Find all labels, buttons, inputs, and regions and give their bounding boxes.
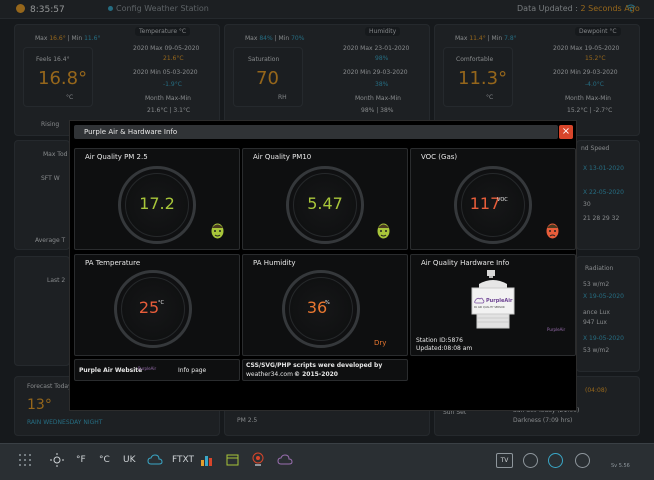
bar-chart-icon[interactable] (200, 453, 213, 469)
pa-temp-value: 25 (138, 298, 160, 317)
voc-value: 117 (469, 194, 501, 213)
purpleair-links-bar: Purple Air Website PurpleAir Info page (74, 359, 240, 381)
green-face-icon (376, 222, 391, 240)
sensor-caption: PA AIR QUALITY SENSOR (474, 306, 505, 309)
voc-panel: VOC (Gas) 117 VOC (410, 148, 576, 250)
panel-title: Air Quality Hardware Info (421, 259, 510, 267)
pm10-panel: Air Quality PM10 5.47 (242, 148, 408, 250)
panel-title: Air Quality PM 2.5 (85, 153, 148, 161)
calendar-icon[interactable] (226, 453, 239, 469)
modal-title: Purple Air & Hardware Info (84, 128, 178, 136)
cloud-icon[interactable] (147, 454, 163, 469)
panel-title: PA Humidity (253, 259, 296, 267)
grid-menu-icon[interactable] (18, 453, 32, 470)
credits-copyright: © 2015-2020 (294, 371, 338, 378)
panel-title: PA Temperature (85, 259, 141, 267)
pm10-value: 5.47 (307, 194, 343, 213)
celsius-button[interactable]: °C (99, 455, 110, 465)
pa-temp-unit: °C (158, 300, 164, 306)
uk-units-button[interactable]: UK (123, 455, 136, 465)
modal-header: Purple Air & Hardware Info (74, 125, 558, 139)
fahrenheit-button[interactable]: °F (76, 455, 86, 465)
version-label: Sv 5.56 (611, 463, 630, 469)
tv-button[interactable]: TV (496, 453, 513, 468)
bottom-toolbar: °F °C UK FTXT TV Sv 5.56 (0, 443, 654, 480)
purpleair-small-logo: PurpleAir (138, 366, 157, 371)
hardware-info-panel: Air Quality Hardware Info PurpleAir PA A… (410, 254, 576, 356)
red-face-icon (545, 222, 560, 240)
purpleair-brand: PurpleAir (486, 298, 513, 304)
panel-title: VOC (Gas) (421, 153, 458, 161)
credits-bar: CSS/SVG/PHP scripts were developed by we… (242, 359, 408, 381)
menu-icon[interactable] (575, 453, 590, 468)
voc-unit: VOC (497, 197, 508, 203)
purpleair-website-link[interactable]: Purple Air Website (79, 367, 142, 374)
purpleair-cloud-icon[interactable] (277, 454, 293, 469)
refresh-icon[interactable] (548, 453, 563, 468)
credits-link[interactable]: weather34.com (246, 371, 293, 378)
sun-icon[interactable] (50, 453, 64, 470)
panel-title: Air Quality PM10 (253, 153, 312, 161)
pa-temperature-panel: PA Temperature 25 °C (74, 254, 240, 356)
humidity-status: Dry (374, 339, 387, 347)
close-button[interactable]: × (559, 125, 573, 139)
purpleair-logo: PurpleAir (547, 327, 566, 332)
info-page-link[interactable]: Info page (178, 367, 206, 374)
ftxt-button[interactable]: FTXT (172, 455, 194, 465)
pa-humidity-value: 36 (306, 298, 328, 317)
green-face-icon (210, 222, 225, 240)
pa-humidity-panel: PA Humidity 36 % Dry (242, 254, 408, 356)
purple-air-modal: Purple Air & Hardware Info × Air Quality… (69, 120, 577, 411)
pm25-value: 17.2 (139, 194, 175, 213)
credits-line1: CSS/SVG/PHP scripts were developed by (246, 362, 383, 369)
hardware-updated: Updated:08:08 am (416, 345, 473, 352)
webcam-icon[interactable] (251, 452, 265, 470)
station-id: Station ID:5876 (416, 337, 463, 344)
info-icon[interactable] (523, 453, 538, 468)
pa-humidity-unit: % (325, 300, 330, 306)
pm25-panel: Air Quality PM 2.5 17.2 (74, 148, 240, 250)
